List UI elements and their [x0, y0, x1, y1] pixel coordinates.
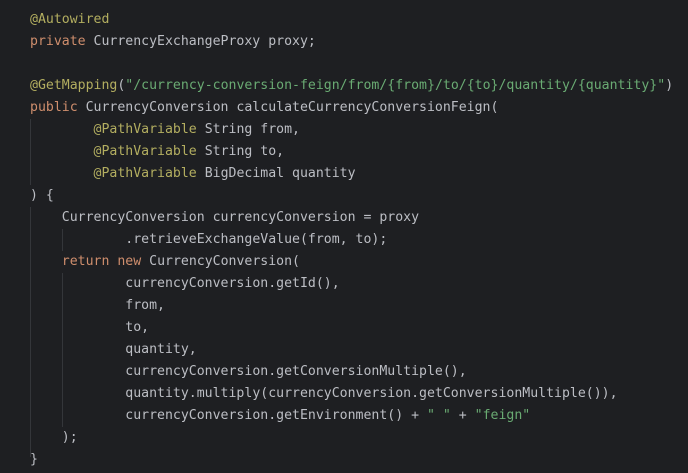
code-token-string: " " — [426, 408, 451, 423]
code-line[interactable]: @Autowired — [30, 9, 109, 31]
code-token-plain: BigDecimal quantity — [196, 166, 356, 181]
code-token-plain: .retrieveExchangeValue(from, to); — [125, 232, 388, 247]
code-line[interactable]: @PathVariable BigDecimal quantity — [30, 163, 356, 185]
code-token-keyword: private — [30, 34, 86, 49]
code-token-plain: ) — [665, 78, 674, 93]
code-line[interactable]: from, — [30, 295, 165, 317]
code-token-plain: currencyConversion.getEnvironment() + — [125, 408, 427, 423]
code-token-plain: quantity, — [125, 342, 197, 357]
code-token-plain: quantity.multiply(currencyConversion.get… — [125, 386, 618, 401]
code-token-string: "/currency-conversion-feign/from/{from}/… — [125, 78, 666, 93]
code-token-string: "feign" — [474, 408, 531, 423]
code-token-keyword: new — [117, 254, 142, 269]
code-token-annotation: @Autowired — [30, 12, 110, 27]
code-line[interactable]: to, — [30, 317, 149, 339]
code-token-plain: currencyConversion.getId(), — [125, 276, 340, 291]
code-line[interactable]: .retrieveExchangeValue(from, to); — [30, 229, 387, 251]
code-line[interactable]: currencyConversion.getConversionMultiple… — [30, 361, 467, 383]
code-line[interactable]: currencyConversion.getEnvironment() + " … — [30, 405, 530, 427]
code-token-keyword: public — [30, 100, 78, 115]
code-token-annotation: @PathVariable — [93, 166, 197, 181]
code-line[interactable]: quantity.multiply(currencyConversion.get… — [30, 383, 618, 405]
code-line[interactable]: currencyConversion.getId(), — [30, 273, 340, 295]
code-line[interactable]: private CurrencyExchangeProxy proxy; — [30, 31, 316, 53]
code-token-plain: CurrencyConversion calculateCurrencyConv… — [77, 100, 499, 115]
code-token-plain: to, — [125, 320, 150, 335]
code-token-plain: } — [30, 452, 38, 467]
code-token-annotation: @PathVariable — [93, 144, 197, 159]
code-line[interactable]: } — [30, 449, 38, 471]
code-line[interactable]: return new CurrencyConversion( — [30, 251, 300, 273]
code-token-plain: CurrencyExchangeProxy proxy; — [85, 34, 316, 49]
code-token-keyword: return — [61, 254, 110, 269]
code-token-plain: String from, — [196, 122, 300, 137]
code-token-plain: ) { — [30, 188, 54, 203]
code-token-annotation: @PathVariable — [93, 122, 197, 137]
code-token-plain: ); — [61, 430, 78, 445]
code-line[interactable]: CurrencyConversion currencyConversion = … — [30, 207, 419, 229]
code-token-plain: String to, — [196, 144, 285, 159]
code-token-plain: from, — [125, 298, 165, 313]
code-token-plain: CurrencyConversion( — [141, 254, 300, 269]
code-line[interactable]: quantity, — [30, 339, 197, 361]
code-token-annotation: @GetMapping — [30, 78, 118, 93]
code-token-plain: currencyConversion.getConversionMultiple… — [125, 364, 467, 379]
code-line[interactable]: @PathVariable String to, — [30, 141, 285, 163]
code-token-plain: + — [450, 408, 475, 423]
code-line[interactable]: public CurrencyConversion calculateCurre… — [30, 97, 498, 119]
code-line[interactable]: @PathVariable String from, — [30, 119, 300, 141]
code-editor[interactable]: @Autowired private CurrencyExchangeProxy … — [0, 0, 688, 473]
code-line[interactable]: ) { — [30, 185, 54, 207]
code-line[interactable]: ); — [30, 427, 78, 449]
code-line[interactable]: @GetMapping("/currency-conversion-feign/… — [30, 75, 673, 97]
code-token-plain: CurrencyConversion currencyConversion = … — [61, 210, 420, 225]
